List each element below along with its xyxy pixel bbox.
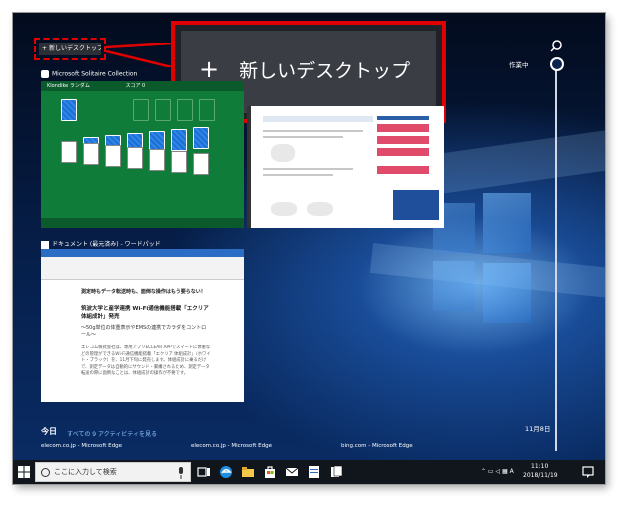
plus-icon: + xyxy=(42,45,48,52)
new-desktop-button[interactable]: + 新しいデスクトップ xyxy=(39,43,101,55)
edge-frame xyxy=(247,106,251,228)
foundation-slot xyxy=(155,99,171,121)
edge-banner xyxy=(377,148,429,156)
task-view-icon[interactable] xyxy=(197,465,211,479)
playing-card xyxy=(83,143,99,165)
text-line xyxy=(263,136,343,138)
edge-nav xyxy=(377,116,429,120)
windows-start-icon[interactable] xyxy=(18,466,30,478)
playing-card xyxy=(105,145,121,167)
taskbar-search-box[interactable]: ここに入力して検索 xyxy=(35,462,191,482)
callout-connector xyxy=(106,43,172,67)
doc-body: エレコム株式会社は、専用アプリECLEAR APPでスマートに体重などの管理がで… xyxy=(81,345,211,376)
task-view-screen: + 新しいデスクトップ + 新しいデスクトップ 作業中 11月8日 Micros… xyxy=(13,13,605,484)
edge-banner xyxy=(377,124,429,132)
wallpaper-window-pane xyxy=(483,193,531,253)
timeline-handle[interactable] xyxy=(550,57,564,71)
action-center-icon[interactable] xyxy=(581,465,595,479)
edge-banner xyxy=(377,166,429,174)
foundation-slot xyxy=(199,99,215,121)
timeline-scrollbar[interactable] xyxy=(555,61,557,451)
solitaire-footer xyxy=(41,218,244,228)
wordpad-icon xyxy=(41,240,49,249)
cortana-icon xyxy=(41,468,50,477)
playing-card xyxy=(193,153,209,175)
new-desktop-label: 新しいデスクトップ xyxy=(48,45,101,52)
window-title[interactable]: ドキュメント (最元済み) - ワードパッド xyxy=(41,239,161,249)
edge-header xyxy=(263,116,373,122)
wordpad-taskbar-icon[interactable] xyxy=(307,465,321,479)
text-line xyxy=(263,130,363,132)
playing-card xyxy=(171,151,187,173)
edge-thumbnail[interactable] xyxy=(247,106,444,228)
activity-item[interactable]: elecom.co.jp - Microsoft Edge xyxy=(191,443,272,449)
microphone-icon[interactable] xyxy=(176,467,186,479)
solitaire-toolbar: Klondike ランダム スコア 0 xyxy=(41,81,244,91)
wallpaper-window-pane xyxy=(433,261,475,311)
playing-card xyxy=(171,129,187,151)
product-image xyxy=(307,202,333,216)
timeline-date-label: 11月8日 xyxy=(525,425,551,433)
stock-pile xyxy=(61,99,77,121)
edge-popup xyxy=(393,190,439,220)
edge-icon[interactable] xyxy=(219,465,233,479)
timeline-now-label: 作業中 xyxy=(509,61,529,69)
search-icon[interactable] xyxy=(549,39,563,53)
today-heading: 今日 xyxy=(41,427,57,436)
solitaire-icon xyxy=(41,70,49,78)
playing-card xyxy=(61,141,77,163)
activity-item[interactable]: elecom.co.jp - Microsoft Edge xyxy=(41,443,122,449)
solitaire-taskbar-icon[interactable] xyxy=(329,465,343,479)
wallpaper-window-pane xyxy=(483,263,531,323)
clock-date[interactable]: 2018/11/19 xyxy=(523,472,558,479)
see-all-activities-link[interactable]: すべての 9 アクティビティを見る xyxy=(67,429,157,438)
text-line xyxy=(263,174,333,176)
solitaire-thumbnail[interactable]: Klondike ランダム スコア 0 xyxy=(41,81,244,228)
new-desktop-label: 新しいデスクトップ xyxy=(239,60,411,82)
text-line xyxy=(263,168,353,170)
doc-headline: 測定時もデータ転送時も、面倒な操作はもう要らない！ xyxy=(81,289,206,295)
clock-time[interactable]: 11:10 xyxy=(531,463,548,470)
wordpad-ribbon xyxy=(41,257,244,280)
wordpad-thumbnail[interactable]: 測定時もデータ転送時も、面倒な操作はもう要らない！ 筑波大学と産学連携 Wi-F… xyxy=(41,249,244,402)
playing-card xyxy=(193,127,209,149)
plus-icon: + xyxy=(199,55,220,83)
edge-banner xyxy=(377,136,429,144)
mail-icon[interactable] xyxy=(285,465,299,479)
product-image xyxy=(271,144,295,162)
tray-icons[interactable]: ⌃ ▭ ◁ ▦ A xyxy=(481,468,514,475)
taskbar: ここに入力して検索 ⌃ ▭ ◁ ▦ A 11:10 2018/11/19 xyxy=(13,460,605,484)
doc-lead: ～50g単位の体重表示やEMSの連携でカラダをコントロール～ xyxy=(81,325,207,338)
foundation-slot xyxy=(133,99,149,121)
activity-item[interactable]: bing.com - Microsoft Edge xyxy=(341,443,413,449)
doc-subtitle: 筑波大学と産学連携 Wi-Fi通信機能搭載「エクリア 体組成計」発売 xyxy=(81,306,209,320)
wordpad-titlebar xyxy=(41,249,244,257)
playing-card xyxy=(149,149,165,171)
window-title[interactable]: Microsoft Solitaire Collection xyxy=(41,70,137,78)
store-icon[interactable] xyxy=(263,465,277,479)
file-explorer-icon[interactable] xyxy=(241,465,255,479)
search-input[interactable]: ここに入力して検索 xyxy=(54,467,117,477)
new-desktop-highlight: + 新しいデスクトップ xyxy=(34,38,106,60)
playing-card xyxy=(127,147,143,169)
foundation-slot xyxy=(177,99,193,121)
product-image xyxy=(271,202,297,216)
